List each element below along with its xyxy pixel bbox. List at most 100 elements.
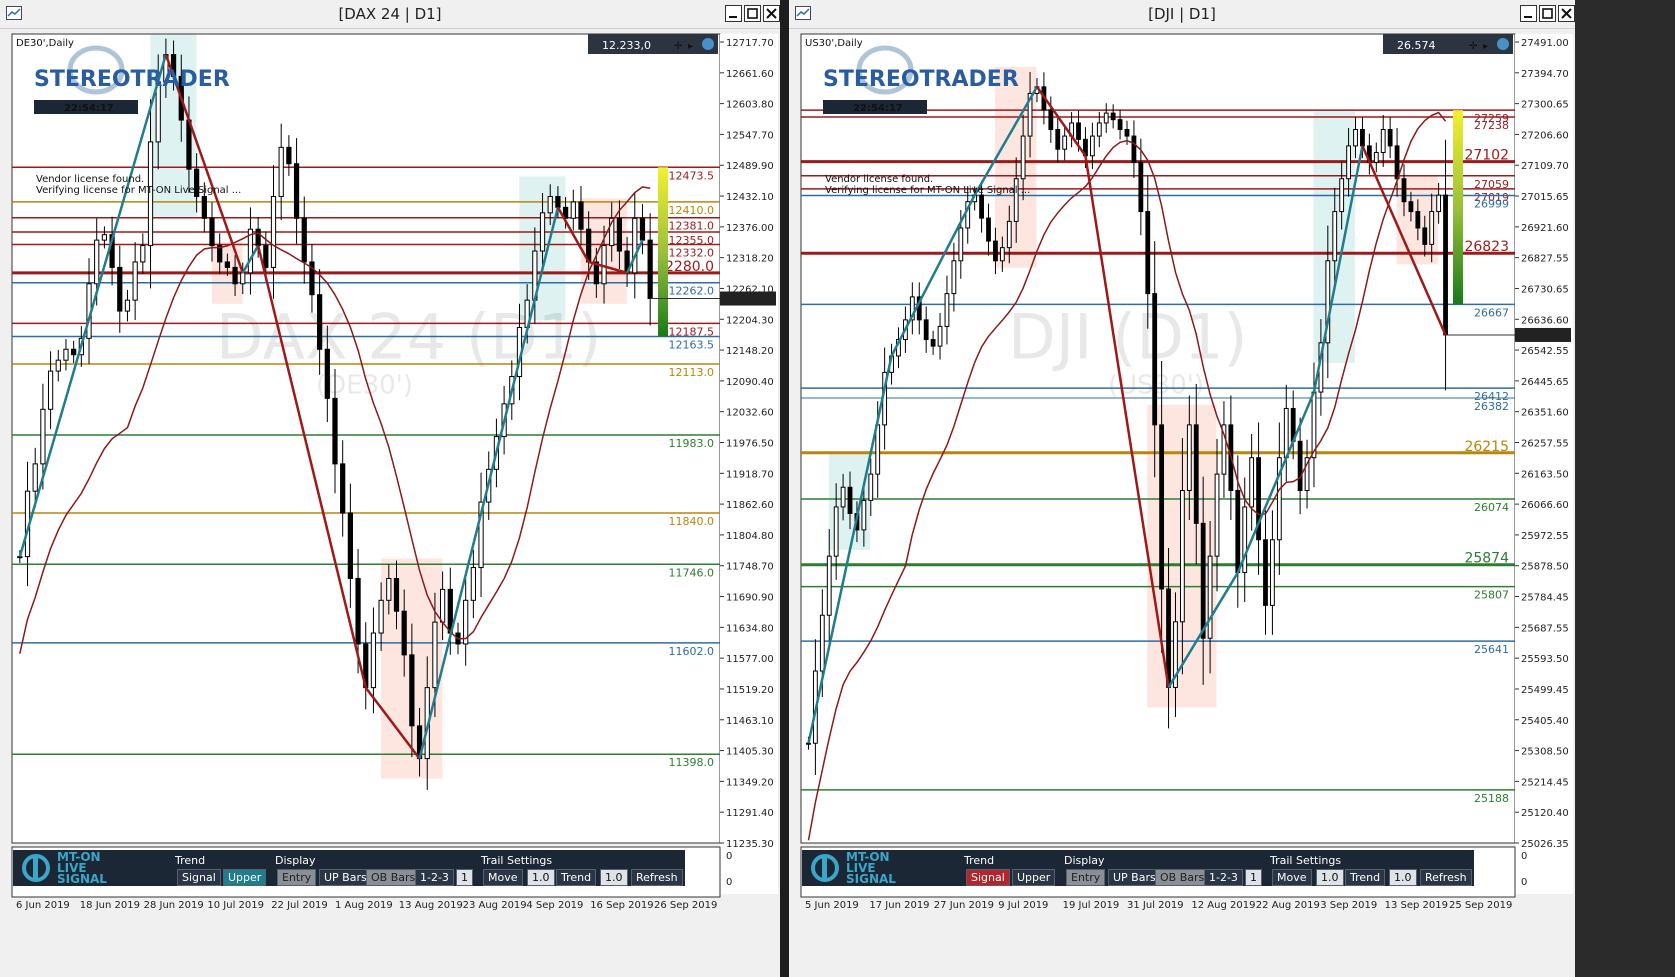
maximize-button[interactable] [744, 5, 761, 22]
x-tick-label: 31 Jul 2019 [1127, 900, 1184, 911]
trend-value-field[interactable]: 1.0 [600, 869, 628, 886]
refresh-button[interactable]: Refresh [631, 869, 683, 886]
y-tick-label: 25878.50 [1521, 562, 1569, 573]
entry-button[interactable]: Entry [277, 869, 317, 886]
pattern-count-field[interactable]: 1 [456, 869, 473, 886]
target-gradient-bar [658, 167, 668, 337]
candle-body [1152, 293, 1158, 426]
dji-price-chart[interactable]: 27491.00 27394.70 27300.65 27206.60 27109.70… [789, 28, 1575, 977]
move-button[interactable]: Move [483, 869, 523, 886]
pattern-count-field[interactable]: 1 [1245, 869, 1262, 886]
toggle-icon [702, 38, 714, 50]
brand-line-3: SIGNAL [57, 872, 107, 886]
price-box-value: 26.574 [1397, 39, 1436, 52]
x-tick-label: 1 Aug 2019 [335, 900, 393, 911]
move-button[interactable]: Move [1272, 869, 1312, 886]
y-tick-label: 12717.70 [726, 38, 774, 49]
level-label: 12113.0 [669, 366, 715, 379]
dji-window-titlebar[interactable]: [DJI | D1] [789, 0, 1575, 29]
candle-body [1138, 161, 1144, 213]
level-label: 11602.0 [669, 645, 715, 658]
ob-bars-button[interactable]: OB Bars [1155, 869, 1210, 886]
pattern-123-button[interactable]: 1-2-3 [1204, 869, 1243, 886]
chevron-right-icon: ▸ [1483, 41, 1488, 52]
minimize-button[interactable] [1520, 5, 1537, 22]
trend-value-field[interactable]: 1.0 [1389, 869, 1417, 886]
signal-button[interactable]: Signal [966, 869, 1010, 886]
candle-body [117, 266, 123, 312]
x-tick-label: 10 Jul 2019 [207, 900, 264, 911]
candle-body [1332, 211, 1338, 262]
mt-on-live-signal-logo: MT-ON LIVE SIGNAL [19, 851, 129, 886]
dji-chart-window: [DJI | D1] 27491.00 27394.70 27300.65 27206… [789, 0, 1575, 977]
dax-window-titlebar[interactable]: [DAX 24 | D1] [0, 0, 780, 29]
trend-trail-button[interactable]: Trend [556, 869, 597, 886]
x-tick-label: 18 Jun 2019 [80, 900, 140, 911]
candle-body [578, 201, 584, 230]
candle-body [847, 486, 853, 514]
stereotrader-logo: STEREOTRADER [823, 67, 1019, 92]
candle-body [833, 506, 839, 557]
x-tick-label: 28 Jun 2019 [144, 900, 204, 911]
candle-body [332, 397, 338, 465]
y-tick-label: 27015.65 [1521, 192, 1569, 203]
candle-body [132, 261, 138, 301]
candle-body [140, 245, 146, 263]
candle-body [432, 621, 438, 689]
candle-body [1062, 135, 1068, 150]
level-label: 26074 [1474, 501, 1509, 514]
y-tick-label: 25687.55 [1521, 623, 1569, 634]
candle-body [1436, 194, 1442, 213]
vendor-line-2: Verifying license for MT-ON Live Signal … [825, 185, 1030, 196]
y-tick-label: 26542.55 [1521, 346, 1569, 357]
candle-body [570, 201, 576, 219]
close-button[interactable] [763, 5, 780, 22]
up-bars-button[interactable]: UP Bars [1108, 869, 1161, 886]
y-tick-label: 11349.20 [726, 777, 774, 788]
pattern-123-button[interactable]: 1-2-3 [415, 869, 454, 886]
candle-body [632, 217, 638, 274]
refresh-button[interactable]: Refresh [1420, 869, 1472, 886]
candle-body [1096, 122, 1102, 137]
x-tick-label: 25 Sep 2019 [1449, 900, 1512, 911]
close-button[interactable] [1558, 5, 1575, 22]
candle-body [240, 272, 246, 285]
candle-body [1131, 135, 1137, 163]
maximize-button[interactable] [1539, 5, 1556, 22]
y-tick-label: 25214.45 [1521, 777, 1569, 788]
signal-button[interactable]: Signal [177, 869, 221, 886]
y-tick-label: 11577.00 [726, 654, 774, 665]
candle-body [1207, 555, 1213, 639]
candle-body [370, 632, 377, 689]
move-value-field[interactable]: 1.0 [1316, 869, 1344, 886]
mt-on-control-panel: MT-ON LIVE SIGNAL Trend Signal Upper Display En… [13, 850, 685, 886]
symbol-label: US30',Daily [805, 38, 863, 49]
candle-body [826, 555, 832, 616]
x-tick-label: 6 Jun 2019 [16, 900, 70, 911]
candle-body [1373, 151, 1379, 163]
minimize-button[interactable] [725, 5, 742, 22]
sub-tick-label: 0 [1521, 851, 1527, 862]
upper-button[interactable]: Upper [1012, 869, 1056, 886]
upper-button[interactable]: Upper [223, 869, 267, 886]
move-value-field[interactable]: 1.0 [527, 869, 555, 886]
candle-body [1387, 129, 1393, 147]
price-box-value: 12.233,0 [602, 39, 651, 52]
candle-body [232, 266, 238, 285]
y-tick-label: 12661.60 [726, 69, 774, 80]
x-tick-label: 22 Jul 2019 [271, 900, 328, 911]
sub-tick-label: 0 [726, 851, 732, 862]
candle-body [40, 408, 46, 465]
x-tick-label: 13 Sep 2019 [1385, 900, 1448, 911]
dax-price-chart[interactable]: 12717.70 12661.60 12603.80 12547.70 12489.90… [0, 28, 780, 977]
candle-body [378, 599, 384, 634]
ob-bars-button[interactable]: OB Bars [366, 869, 421, 886]
candle-body [1401, 178, 1407, 203]
entry-button[interactable]: Entry [1066, 869, 1106, 886]
level-label: 25641 [1474, 643, 1509, 656]
candle-body [999, 247, 1005, 262]
candle-body [124, 299, 131, 312]
trend-trail-button[interactable]: Trend [1345, 869, 1386, 886]
current-price-tag: 26573.50 [1519, 331, 1567, 342]
up-bars-button[interactable]: UP Bars [319, 869, 372, 886]
